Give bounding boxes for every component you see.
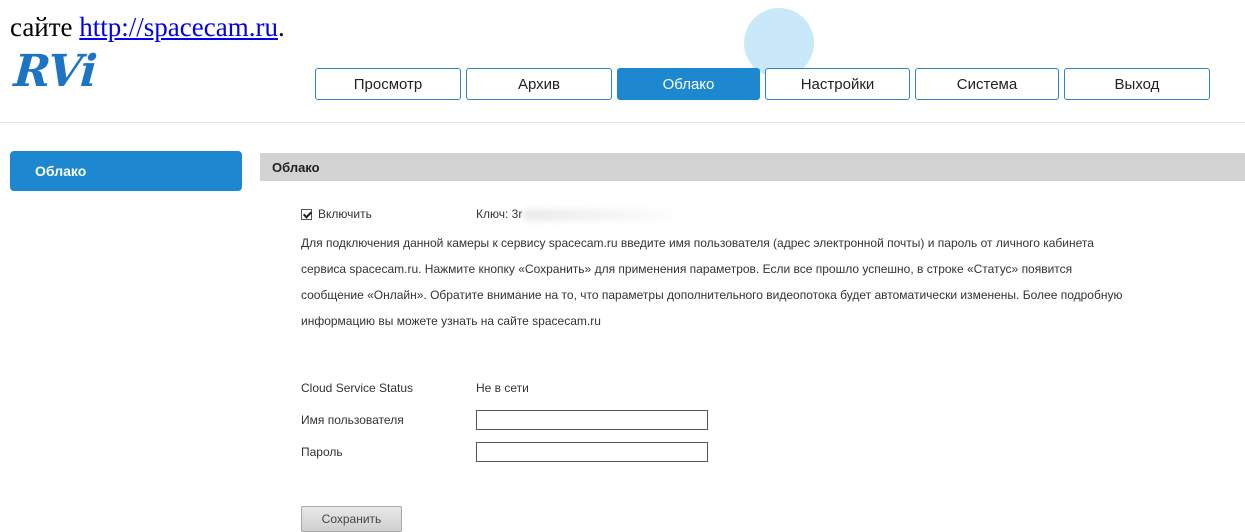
top-nav: Просмотр Архив Облако Настройки Система …	[315, 68, 1210, 100]
enable-row: Включить	[301, 207, 372, 221]
password-row: Пароль	[301, 442, 708, 462]
username-input[interactable]	[476, 410, 708, 430]
enable-checkbox[interactable]	[301, 208, 312, 220]
tab-view[interactable]: Просмотр	[315, 68, 461, 100]
tab-label: Просмотр	[353, 75, 423, 93]
password-label: Пароль	[301, 445, 343, 459]
document-text-line: сайте http://spacecam.ru.	[10, 12, 285, 43]
status-label: Cloud Service Status	[301, 381, 414, 395]
document-text-suffix: .	[277, 12, 285, 42]
description-line: Для подключения данной камеры к сервису …	[301, 236, 1094, 250]
tab-label: Архив	[517, 75, 561, 93]
username-row: Имя пользователя	[301, 410, 708, 430]
sidebar-item-label: Облако	[35, 163, 87, 179]
description-line: сообщение «Онлайн». Обратите внимание на…	[301, 288, 1123, 302]
tab-system[interactable]: Система	[915, 68, 1059, 100]
spacecam-link[interactable]: http://spacecam.ru	[79, 12, 278, 42]
status-value: Не в сети	[476, 381, 529, 395]
rvi-logo: RVi	[12, 46, 98, 97]
save-button[interactable]: Сохранить	[301, 506, 402, 532]
enable-label: Включить	[318, 207, 372, 221]
tab-logout[interactable]: Выход	[1064, 68, 1210, 100]
username-label: Имя пользователя	[301, 413, 404, 427]
status-row: Cloud Service Status Не в сети	[301, 381, 529, 395]
description: Для подключения данной камеры к сервису …	[301, 230, 1245, 334]
password-input[interactable]	[476, 442, 708, 462]
description-line: сервиса spacecam.ru. Нажмите кнопку «Сох…	[301, 262, 1073, 276]
sidebar-item-cloud[interactable]: Облако	[10, 151, 242, 191]
panel-header: Облако	[260, 153, 1245, 181]
tab-settings[interactable]: Настройки	[765, 68, 910, 100]
document-text-prefix: сайте	[10, 12, 80, 42]
panel-title: Облако	[272, 159, 320, 175]
key-redacted	[524, 208, 675, 221]
tab-label: Выход	[1114, 75, 1160, 93]
tab-archive[interactable]: Архив	[466, 68, 612, 100]
tab-cloud[interactable]: Облако	[617, 68, 760, 100]
tab-label: Облако	[662, 75, 715, 93]
key-row: Ключ: 3r	[476, 207, 675, 221]
description-line: информацию вы можете узнать на сайте spa…	[301, 314, 601, 328]
tab-label: Система	[956, 75, 1018, 93]
tab-label: Настройки	[800, 75, 875, 93]
key-label: Ключ: 3r	[476, 207, 523, 221]
header-divider	[0, 122, 1245, 123]
